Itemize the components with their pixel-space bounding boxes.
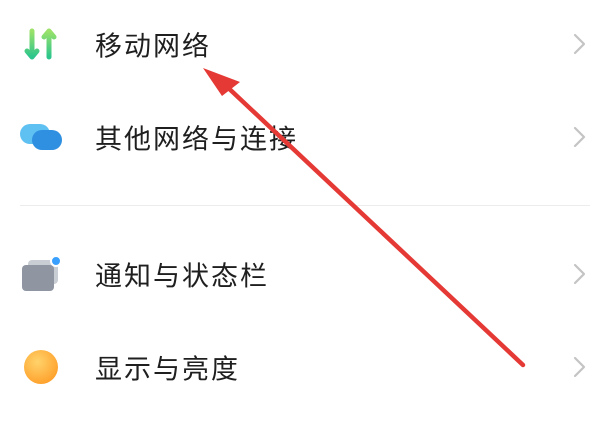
settings-item-mobile-network[interactable]: 移动网络 [0, 4, 607, 84]
chevron-right-icon [573, 263, 586, 285]
mobile-data-arrows-icon [24, 28, 57, 60]
connection-bubbles-icon [20, 124, 62, 150]
settings-item-label: 移动网络 [95, 31, 211, 63]
chevron-right-icon [573, 356, 586, 378]
settings-item-display-brightness[interactable]: 显示与亮度 [0, 327, 607, 407]
chevron-right-icon [573, 33, 586, 55]
settings-item-other-connections[interactable]: 其他网络与连接 [0, 97, 607, 177]
notification-card-icon [22, 255, 62, 291]
chevron-right-icon [573, 126, 586, 148]
settings-item-notifications[interactable]: 通知与状态栏 [0, 234, 607, 314]
settings-item-label: 通知与状态栏 [95, 261, 269, 293]
settings-item-label: 显示与亮度 [95, 354, 240, 386]
settings-item-label: 其他网络与连接 [95, 124, 298, 156]
brightness-sun-icon [24, 350, 58, 384]
section-divider [20, 205, 590, 206]
settings-screen: 移动网络 其他网络与连接 通知与状态栏 显示与亮度 [0, 0, 607, 426]
